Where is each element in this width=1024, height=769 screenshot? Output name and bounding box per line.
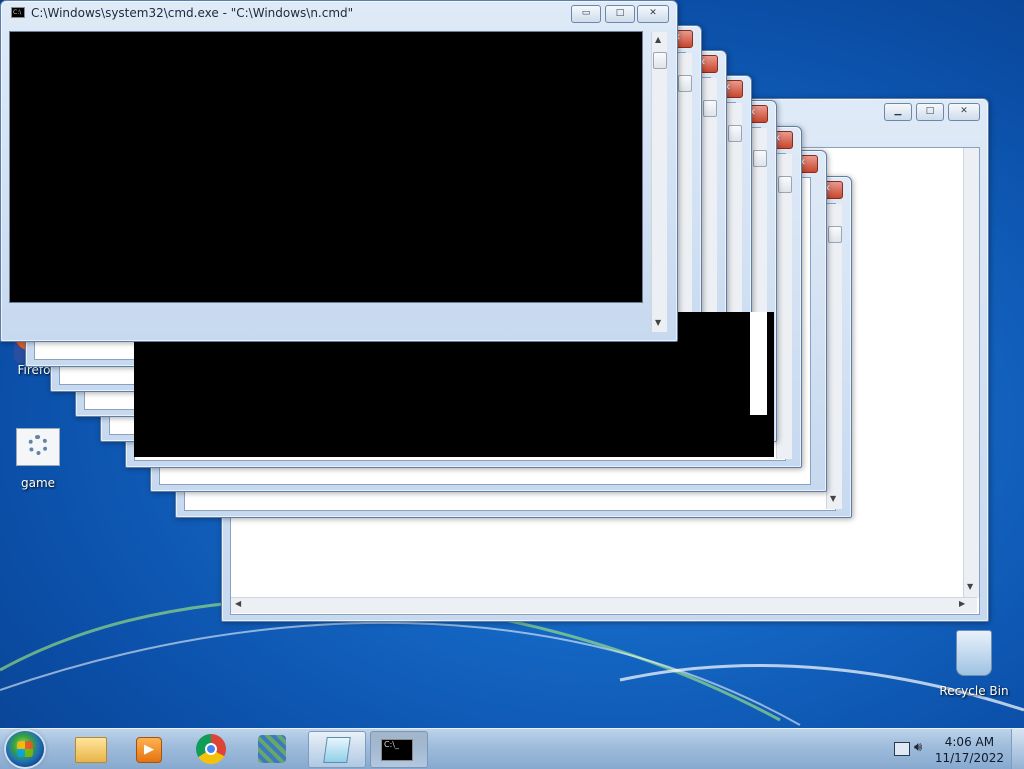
- start-button[interactable]: [6, 731, 44, 767]
- network-icon[interactable]: [894, 742, 910, 756]
- taskbar-media-player[interactable]: ▶: [120, 731, 176, 766]
- vertical-scrollbar[interactable]: ▲ ▼: [651, 32, 667, 332]
- cmd-console-area: [9, 31, 643, 303]
- horizontal-scrollbar[interactable]: ◀ ▶: [231, 597, 977, 613]
- window-title: C:\Windows\system32\cmd.exe - "C:\Window…: [31, 6, 354, 20]
- vertical-scrollbar[interactable]: ▼: [826, 204, 842, 509]
- taskbar-explorer[interactable]: [62, 731, 118, 766]
- game-icon: [258, 735, 286, 763]
- cmd-window-front[interactable]: C:\ C:\Windows\system32\cmd.exe - "C:\Wi…: [0, 0, 678, 342]
- minimize-button[interactable]: ▁: [884, 103, 912, 121]
- minimize-button[interactable]: ▭: [571, 5, 601, 23]
- console-scrollbar-fragment: [750, 312, 767, 415]
- desktop-icon-label: Recycle Bin: [939, 684, 1009, 698]
- chrome-icon: [196, 734, 226, 764]
- windows-explorer-icon: [75, 737, 107, 763]
- volume-icon[interactable]: 🔊︎: [914, 740, 922, 755]
- media-player-icon: ▶: [136, 737, 162, 763]
- cmd-icon: C:\_: [381, 739, 413, 761]
- show-desktop-button[interactable]: [1011, 729, 1024, 769]
- recycle-bin-icon: [956, 630, 992, 676]
- vertical-scrollbar[interactable]: [776, 154, 792, 459]
- desktop-icon-label: game: [20, 476, 56, 490]
- close-button[interactable]: ✕: [637, 5, 669, 23]
- clock-date: 11/17/2022: [934, 751, 1004, 765]
- clock[interactable]: 4:06 AM 11/17/2022: [935, 734, 1004, 766]
- taskbar: ▶ C:\_ 🔊︎ 4:06 AM 11/17/2022: [0, 728, 1024, 769]
- close-button[interactable]: ✕: [948, 103, 980, 121]
- desktop-icon-game[interactable]: game: [2, 428, 74, 490]
- gear-icon: [16, 428, 60, 466]
- system-tray: 🔊︎ 4:06 AM 11/17/2022: [884, 729, 1024, 769]
- taskbar-game[interactable]: [244, 731, 300, 766]
- maximize-button[interactable]: □: [605, 5, 635, 23]
- clock-time: 4:06 AM: [944, 735, 995, 749]
- maximize-button[interactable]: □: [916, 103, 944, 121]
- vertical-scrollbar[interactable]: ▼: [963, 148, 979, 598]
- notepad-icon: [323, 737, 351, 763]
- cmd-icon: C:\: [11, 7, 25, 18]
- desktop-icon-recycle-bin[interactable]: Recycle Bin: [938, 630, 1010, 698]
- windows-logo-icon: [17, 741, 33, 757]
- taskbar-notepad[interactable]: [308, 731, 366, 768]
- taskbar-cmd[interactable]: C:\_: [370, 731, 428, 768]
- taskbar-chrome[interactable]: [184, 731, 240, 766]
